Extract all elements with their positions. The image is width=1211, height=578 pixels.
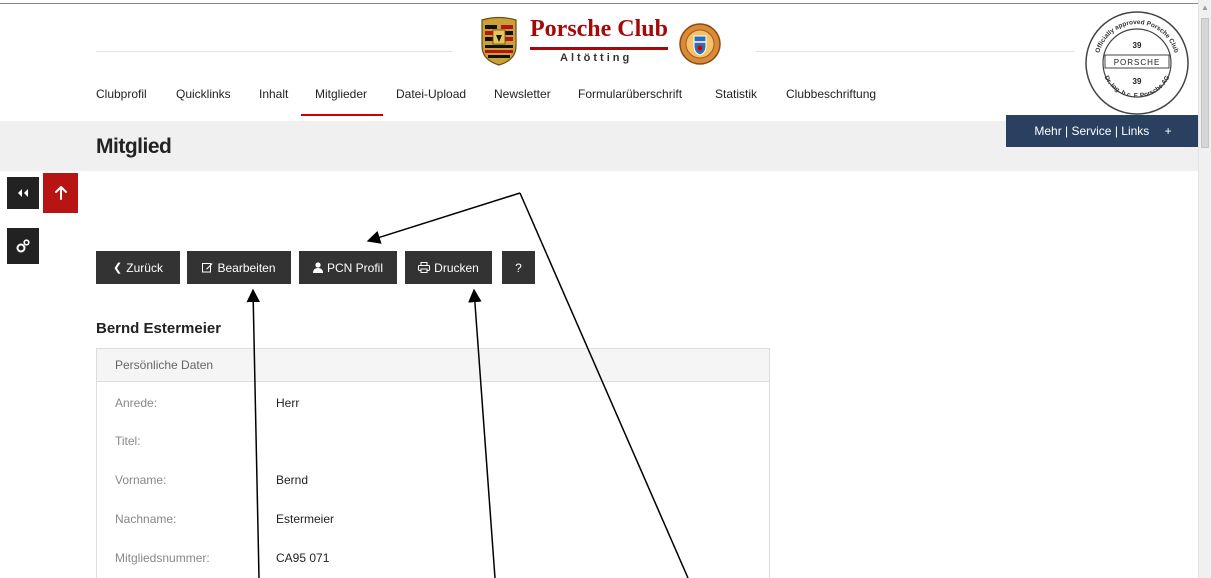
- more-service-links-label: Mehr | Service | Links: [1034, 124, 1150, 138]
- gears-icon: [16, 239, 30, 253]
- edit-icon: [202, 263, 213, 273]
- back-button[interactable]: ❮ Zurück: [96, 251, 180, 284]
- scrollbar-thumb[interactable]: [1201, 18, 1209, 148]
- page-title: Mitglied: [96, 135, 172, 158]
- window-top-border: [0, 3, 1198, 4]
- plus-icon: +: [1164, 124, 1172, 138]
- porsche-crest-icon: [481, 16, 517, 66]
- seal-wordmark: PORSCHE: [1114, 58, 1161, 67]
- double-chevron-left-icon: [18, 189, 28, 197]
- header-rule-left: [96, 51, 452, 52]
- header-rule-right: [756, 51, 1074, 52]
- field-label-anrede: Anrede:: [115, 396, 158, 410]
- field-value-nachname: Estermeier: [276, 512, 335, 526]
- field-value-anrede: Herr: [276, 396, 300, 410]
- nav-item-clubbeschriftung[interactable]: Clubbeschriftung: [786, 87, 876, 101]
- personal-data-heading: Persönliche Daten: [97, 349, 769, 382]
- arrow-up-icon: [54, 186, 67, 200]
- annotation-arrow-pcn: [366, 192, 521, 244]
- club-badge-icon: [679, 23, 721, 65]
- more-service-links-button[interactable]: Mehr | Service | Links +: [1006, 115, 1200, 147]
- pcn-profile-label: PCN Profil: [326, 260, 383, 275]
- print-icon: [418, 262, 431, 273]
- edit-label: Bearbeiten: [217, 260, 276, 275]
- user-icon: [312, 262, 323, 273]
- nav-item-datei-upload[interactable]: Datei-Upload: [396, 87, 466, 101]
- club-logo[interactable]: Porsche Club Altötting: [480, 14, 740, 70]
- nav-item-newsletter[interactable]: Newsletter: [494, 87, 551, 101]
- field-value-vorname: Bernd: [276, 473, 309, 487]
- nav-item-mitglieder[interactable]: Mitglieder: [315, 87, 367, 101]
- field-label-titel: Titel:: [115, 434, 141, 448]
- nav-item-inhalt[interactable]: Inhalt: [259, 87, 288, 101]
- help-button[interactable]: ?: [502, 251, 535, 284]
- brand-underline: [530, 47, 668, 50]
- field-label-nachname: Nachname:: [115, 512, 177, 526]
- field-label-mitgliedsnummer: Mitgliedsnummer:: [115, 551, 210, 565]
- help-label: ?: [515, 260, 522, 275]
- brand-title: Porsche Club: [530, 16, 668, 42]
- brand-subtitle: Altötting: [560, 52, 633, 64]
- nav-active-indicator: [301, 114, 383, 116]
- print-button[interactable]: Drucken: [405, 251, 492, 284]
- back-label: Zurück: [126, 260, 163, 275]
- member-name: Bernd Estermeier: [96, 320, 222, 337]
- approved-club-seal: Officially approved Porsche Club Dr. Ing…: [1085, 11, 1189, 115]
- pcn-profile-button[interactable]: PCN Profil: [299, 251, 397, 284]
- nav-item-statistik[interactable]: Statistik: [715, 87, 757, 101]
- field-label-vorname: Vorname:: [115, 473, 167, 487]
- settings-button[interactable]: [7, 228, 39, 264]
- field-value-mitgliedsnummer: CA95 071: [276, 551, 330, 565]
- collapse-sidebar-button[interactable]: [7, 177, 39, 209]
- edit-button[interactable]: Bearbeiten: [187, 251, 291, 284]
- scroll-to-top-button[interactable]: [43, 173, 78, 213]
- nav-item-formularueberschrift[interactable]: Formularüberschrift: [578, 87, 682, 101]
- seal-number-top: 39: [1133, 41, 1142, 50]
- print-label: Drucken: [434, 260, 479, 275]
- chevron-left-icon: ❮: [113, 262, 123, 274]
- scroll-up-icon[interactable]: ▲: [1201, 4, 1209, 12]
- nav-item-clubprofil[interactable]: Clubprofil: [96, 87, 147, 101]
- personal-data-panel: Persönliche Daten Anrede: Herr Titel: Vo…: [96, 348, 770, 578]
- nav-item-quicklinks[interactable]: Quicklinks: [176, 87, 231, 101]
- page-scrollbar[interactable]: ▲: [1198, 0, 1211, 578]
- seal-number-bottom: 39: [1133, 77, 1142, 86]
